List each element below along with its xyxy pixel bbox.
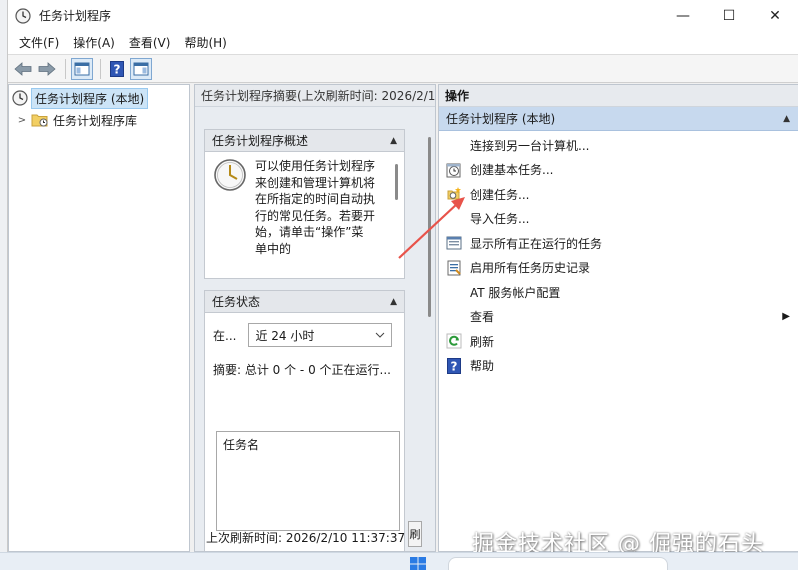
show-hide-action-pane-button[interactable] bbox=[130, 57, 152, 80]
toolbar-separator bbox=[65, 58, 66, 79]
taskbar bbox=[0, 552, 798, 570]
action-import-task[interactable]: 导入任务... bbox=[439, 207, 798, 232]
menu-file[interactable]: 文件(F) bbox=[12, 31, 66, 55]
help-icon: ? bbox=[446, 357, 462, 374]
show-hide-console-tree-button[interactable] bbox=[71, 57, 93, 80]
actions-group-title: 任务计划程序 (本地) bbox=[446, 112, 556, 126]
action-label: 显示所有正在运行的任务 bbox=[470, 236, 603, 251]
summary-pane-header: 任务计划程序摘要(上次刷新时间: 2026/2/10 bbox=[195, 85, 435, 107]
chevron-down-icon bbox=[376, 332, 385, 338]
collapse-triangle-icon[interactable]: ▲ bbox=[390, 136, 397, 146]
folder-clock-icon bbox=[31, 114, 48, 127]
windows-start-icon[interactable] bbox=[410, 557, 426, 570]
submenu-arrow-icon: ▶ bbox=[782, 311, 790, 323]
action-label: 连接到另一台计算机... bbox=[470, 138, 590, 153]
last-refresh-time: 上次刷新时间: 2026/2/10 11:37:37 bbox=[206, 531, 406, 545]
action-label: 查看 bbox=[470, 310, 495, 325]
history-icon bbox=[446, 260, 462, 276]
task-scheduler-window: 任务计划程序 — ☐ ✕ 文件(F) 操作(A) 查看(V) 帮助(H) ? 任… bbox=[7, 0, 798, 552]
action-pane-icon bbox=[133, 62, 149, 75]
create-basic-task-icon bbox=[446, 162, 462, 178]
summary-pane-body: 任务计划程序概述 ▲ 可以使用任务计划程序来创建和管理计算机将在所指定的时间自动… bbox=[195, 107, 435, 551]
action-create-task[interactable]: 创建任务... bbox=[439, 182, 798, 207]
action-at-service-account-config[interactable]: AT 服务帐户配置 bbox=[439, 280, 798, 305]
actions-pane-header: 操作 bbox=[439, 85, 798, 107]
svg-text:?: ? bbox=[114, 62, 121, 76]
task-status-section-header[interactable]: 任务状态 ▲ bbox=[205, 291, 404, 313]
action-label: 启用所有任务历史记录 bbox=[470, 261, 591, 276]
refresh-button[interactable]: 刷 bbox=[408, 521, 422, 547]
summary-scrollbar[interactable] bbox=[428, 137, 431, 317]
action-label: 导入任务... bbox=[470, 212, 530, 227]
back-button[interactable] bbox=[12, 58, 34, 80]
action-label: 帮助 bbox=[470, 359, 495, 374]
task-list[interactable]: 任务名 bbox=[216, 431, 400, 531]
section-title: 任务状态 bbox=[212, 295, 261, 309]
tree-item-task-scheduler-library[interactable]: > 任务计划程序库 bbox=[9, 109, 189, 131]
taskbar-search-box[interactable] bbox=[448, 557, 668, 570]
window-title: 任务计划程序 bbox=[39, 9, 112, 23]
action-enable-task-history[interactable]: 启用所有任务历史记录 bbox=[439, 256, 798, 281]
maximize-button[interactable]: ☐ bbox=[706, 0, 752, 31]
clock-icon bbox=[12, 90, 28, 106]
collapse-triangle-icon[interactable]: ▲ bbox=[390, 297, 397, 307]
back-arrow-icon bbox=[14, 61, 32, 76]
tree-item-task-scheduler-local[interactable]: 任务计划程序 (本地) bbox=[9, 87, 189, 109]
section-title: 任务计划程序概述 bbox=[212, 134, 309, 148]
task-name-column-header[interactable]: 任务名 bbox=[223, 438, 259, 452]
forward-button[interactable] bbox=[36, 58, 58, 80]
action-view[interactable]: 查看 ▶ bbox=[439, 305, 798, 330]
task-status-section: 任务状态 ▲ 在... 近 24 小时 摘要: 总计 0 个 - 0 个正在运行… bbox=[204, 290, 405, 551]
menu-bar: 文件(F) 操作(A) 查看(V) 帮助(H) bbox=[8, 31, 798, 55]
console-tree-pane: 任务计划程序 (本地) > 任务计划程序库 bbox=[8, 84, 190, 552]
status-period-value: 近 24 小时 bbox=[255, 328, 315, 343]
status-summary: 摘要: 总计 0 个 - 0 个正在运行... bbox=[213, 363, 391, 377]
console-tree-icon bbox=[74, 62, 90, 75]
action-help[interactable]: ? 帮助 bbox=[439, 354, 798, 379]
toolbar-separator bbox=[100, 58, 101, 79]
running-tasks-icon bbox=[446, 235, 462, 251]
menu-help[interactable]: 帮助(H) bbox=[177, 31, 233, 55]
summary-pane: 任务计划程序摘要(上次刷新时间: 2026/2/10 任务计划程序概述 ▲ 可以… bbox=[194, 84, 436, 552]
overview-section-header[interactable]: 任务计划程序概述 ▲ bbox=[205, 130, 404, 152]
tree-item-label: 任务计划程序 (本地) bbox=[31, 87, 149, 109]
action-display-running-tasks[interactable]: 显示所有正在运行的任务 bbox=[439, 231, 798, 256]
collapse-triangle-icon[interactable]: ▲ bbox=[783, 114, 790, 124]
overview-scrollbar[interactable] bbox=[395, 164, 398, 200]
action-label: 创建基本任务... bbox=[470, 163, 554, 178]
status-period-select[interactable]: 近 24 小时 bbox=[248, 323, 393, 347]
overview-description: 可以使用任务计划程序来创建和管理计算机将在所指定的时间自动执行的常见任务。若要开… bbox=[255, 159, 376, 256]
action-connect-another-computer[interactable]: 连接到另一台计算机... bbox=[439, 133, 798, 158]
menu-view[interactable]: 查看(V) bbox=[122, 31, 178, 55]
forward-arrow-icon bbox=[38, 61, 56, 76]
menu-action[interactable]: 操作(A) bbox=[66, 31, 122, 55]
status-period-label: 在... bbox=[213, 328, 237, 343]
help-icon: ? bbox=[110, 60, 124, 77]
create-task-icon bbox=[446, 186, 462, 202]
minimize-button[interactable]: — bbox=[660, 0, 706, 31]
refresh-icon bbox=[446, 333, 462, 349]
toolbar: ? bbox=[8, 55, 798, 83]
action-label: 刷新 bbox=[470, 334, 495, 349]
action-label: AT 服务帐户配置 bbox=[470, 285, 561, 300]
svg-text:?: ? bbox=[451, 359, 458, 373]
actions-group-header[interactable]: 任务计划程序 (本地) ▲ bbox=[439, 107, 798, 131]
actions-pane: 操作 任务计划程序 (本地) ▲ 连接到另一台计算机... 创建基本任务... … bbox=[438, 84, 798, 552]
clock-large-icon bbox=[214, 159, 246, 191]
chevron-right-icon[interactable]: > bbox=[15, 115, 29, 126]
tree-item-label: 任务计划程序库 bbox=[53, 113, 138, 128]
action-create-basic-task[interactable]: 创建基本任务... bbox=[439, 158, 798, 183]
clock-app-icon bbox=[15, 7, 31, 24]
title-bar: 任务计划程序 — ☐ ✕ bbox=[8, 0, 798, 31]
action-label: 创建任务... bbox=[470, 187, 530, 202]
help-toolbar-button[interactable]: ? bbox=[106, 58, 128, 80]
close-button[interactable]: ✕ bbox=[752, 0, 798, 31]
overview-section: 任务计划程序概述 ▲ 可以使用任务计划程序来创建和管理计算机将在所指定的时间自动… bbox=[204, 129, 405, 279]
action-refresh[interactable]: 刷新 bbox=[439, 329, 798, 354]
